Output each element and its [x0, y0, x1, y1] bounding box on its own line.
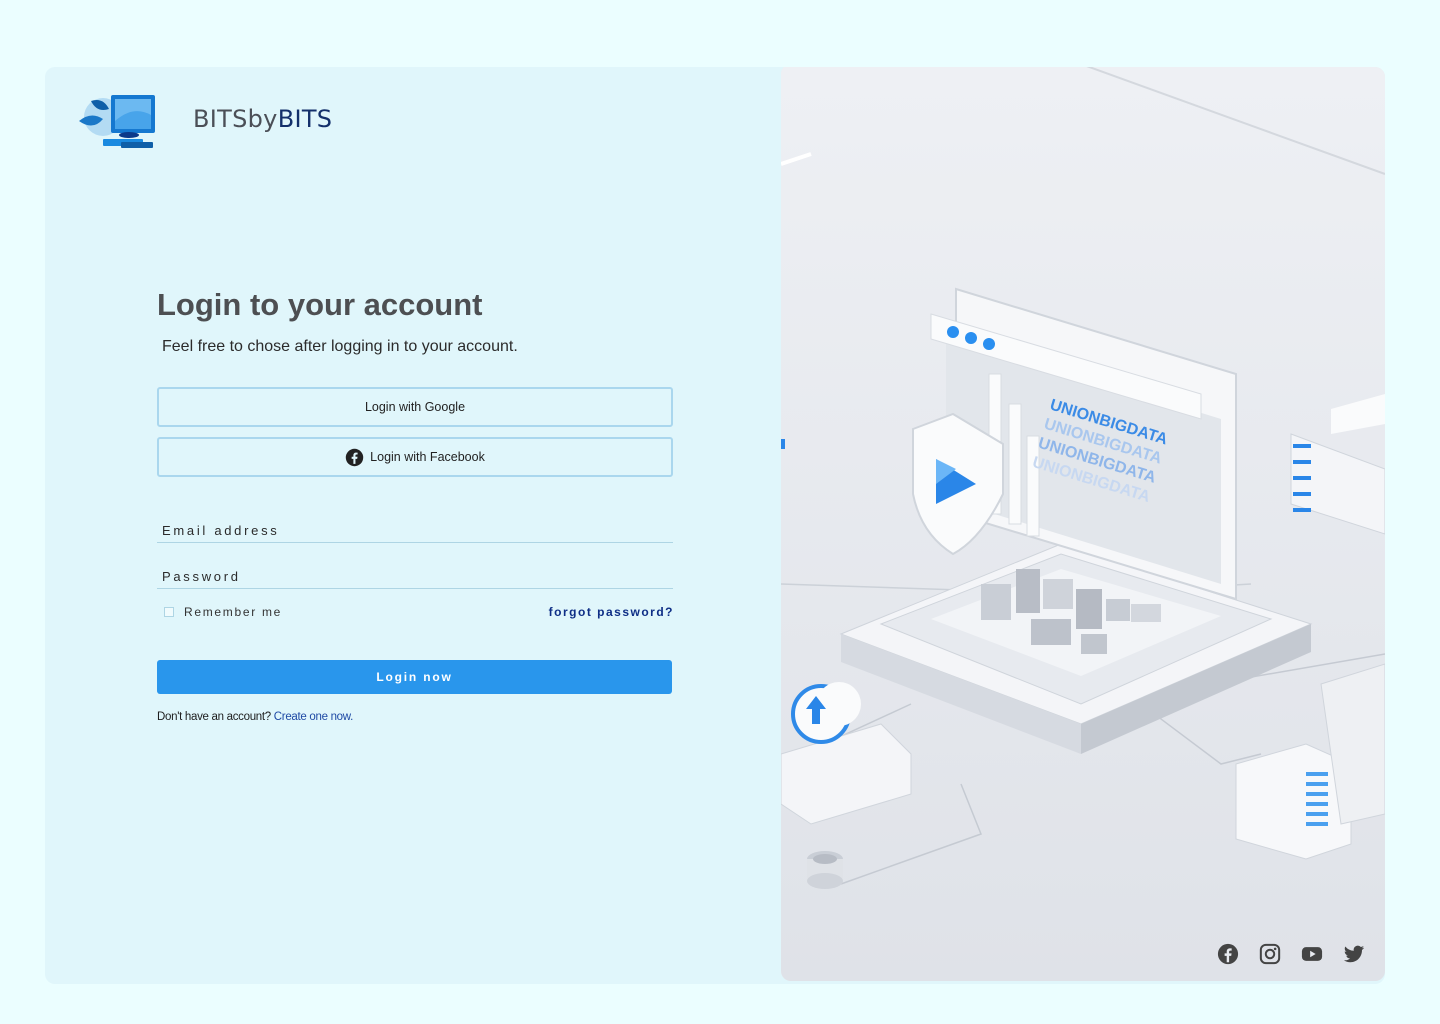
facebook-icon[interactable]	[1217, 943, 1239, 965]
instagram-icon[interactable]	[1259, 943, 1281, 965]
hero-illustration: UNIONBIGDATA UNIONBIGDATA UNIONBIGDATA U…	[781, 67, 1385, 981]
password-field[interactable]	[157, 567, 678, 585]
create-account-link[interactable]: Create one now.	[274, 711, 354, 723]
login-facebook-button[interactable]: Login with Facebook	[157, 437, 673, 477]
remember-row: Remember me forgot password?	[157, 605, 673, 619]
login-form: Login to your account Feel free to chose…	[157, 287, 678, 723]
login-google-button[interactable]: Login with Google	[157, 387, 673, 427]
remember-me-checkbox[interactable]	[164, 607, 174, 617]
isometric-data-illustration: UNIONBIGDATA UNIONBIGDATA UNIONBIGDATA U…	[781, 67, 1385, 981]
twitter-icon[interactable]	[1343, 943, 1365, 965]
remember-me-label: Remember me	[184, 605, 283, 619]
signup-prompt: Don't have an account? Create one now.	[157, 711, 673, 723]
remember-me-toggle[interactable]: Remember me	[157, 605, 282, 619]
youtube-icon[interactable]	[1301, 943, 1323, 965]
login-card: BITSbyBITS Login to your account Feel fr…	[45, 67, 1385, 984]
login-google-label: Login with Google	[364, 400, 466, 414]
email-field[interactable]	[157, 521, 678, 539]
brand-name: BITSbyBITS	[193, 105, 332, 133]
password-field-wrapper	[157, 567, 678, 589]
brand-name-part2: BITS	[277, 105, 333, 133]
signup-prompt-text: Don't have an account?	[157, 711, 271, 723]
page-subtitle: Feel free to chose after logging in to y…	[162, 338, 518, 355]
login-facebook-label: Login with Facebook	[370, 450, 485, 464]
brand-logo-icon	[77, 91, 161, 151]
email-field-wrapper	[157, 521, 678, 543]
page-title: Login to your account	[157, 287, 483, 322]
social-links	[1217, 943, 1365, 965]
forgot-password-link[interactable]: forgot password?	[549, 605, 674, 619]
brand-name-part1: BITSby	[193, 105, 278, 133]
login-submit-button[interactable]: Login now	[157, 660, 672, 694]
facebook-icon	[345, 448, 364, 467]
